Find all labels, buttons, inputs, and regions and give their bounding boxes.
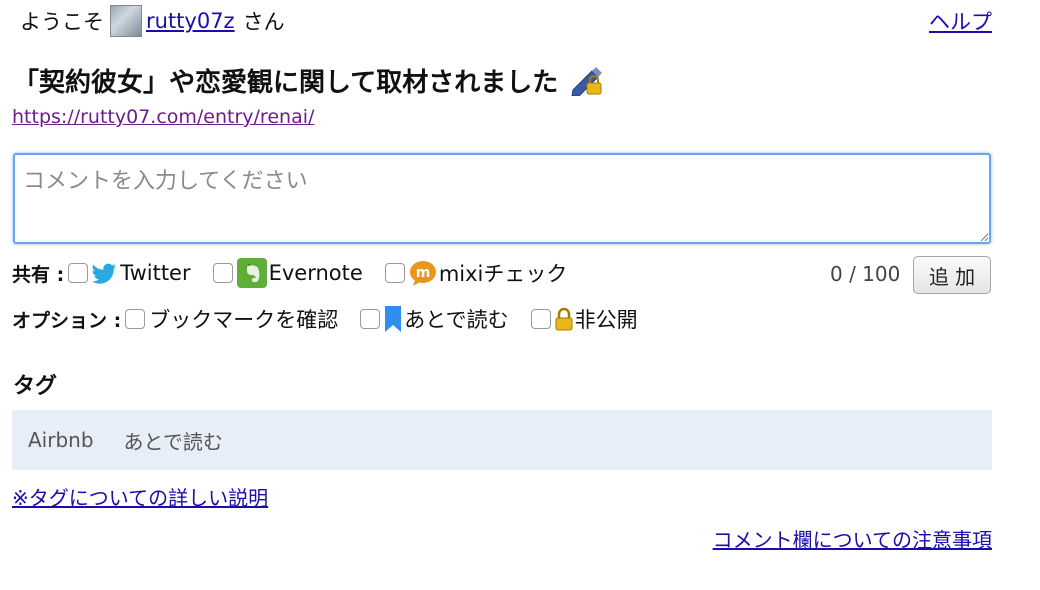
share-row: 共有 : Twitter Evernote m mixiチェック: [12, 257, 589, 289]
avatar[interactable]: [110, 5, 142, 37]
tag-item-read-later[interactable]: あとで読む: [124, 426, 223, 455]
share-evernote[interactable]: Evernote: [212, 258, 363, 288]
mixi-label: mixiチェック: [438, 262, 568, 286]
svg-text:m: m: [416, 265, 431, 281]
share-mixi[interactable]: m mixiチェック: [384, 258, 568, 288]
mixi-icon: m: [409, 260, 437, 286]
greeting-suffix: さん: [242, 10, 285, 34]
tag-heading: タグ: [13, 374, 58, 399]
confirm-bookmark-label: ブックマークを確認: [149, 308, 339, 332]
username-link[interactable]: rutty07z: [146, 9, 235, 33]
add-button[interactable]: 追 加: [913, 256, 991, 294]
bookmark-icon: [384, 305, 402, 333]
private-checkbox[interactable]: [530, 309, 551, 329]
read-later-label: あとで読む: [404, 308, 509, 332]
char-counter: 0 / 100: [830, 262, 901, 286]
evernote-label: Evernote: [268, 261, 363, 285]
share-label: 共有 :: [12, 263, 65, 286]
twitter-checkbox[interactable]: [68, 263, 89, 283]
help-link[interactable]: ヘルプ: [929, 6, 992, 36]
mixi-checkbox[interactable]: [384, 263, 405, 283]
share-twitter[interactable]: Twitter: [68, 261, 191, 285]
tag-help-link[interactable]: ※タグについての詳しい説明: [12, 482, 268, 511]
greeting: ようこそ rutty07z さん: [20, 5, 285, 37]
entry-title-row: 「契約彼女」や恋愛観に関して取材されました: [13, 62, 604, 99]
private-label: 非公開: [574, 308, 638, 332]
tag-list: Airbnb あとで読む: [12, 410, 992, 470]
tag-item-airbnb[interactable]: Airbnb: [28, 428, 94, 452]
edit-lock-icon: [570, 66, 604, 96]
option-confirm-bookmark[interactable]: ブックマークを確認: [125, 304, 338, 334]
option-private[interactable]: 非公開: [530, 304, 638, 334]
evernote-checkbox[interactable]: [212, 263, 233, 283]
option-read-later[interactable]: あとで読む: [360, 304, 509, 334]
options-row: オプション : ブックマークを確認 あとで読む 非公開: [12, 303, 660, 335]
twitter-label: Twitter: [120, 261, 191, 285]
entry-title: 「契約彼女」や恋愛観に関して取材されました: [13, 68, 559, 98]
evernote-icon: [236, 258, 267, 288]
read-later-checkbox[interactable]: [360, 309, 381, 329]
twitter-icon: [92, 262, 118, 284]
entry-url-link[interactable]: https://rutty07.com/entry/renai/: [12, 106, 314, 128]
greeting-prefix: ようこそ: [20, 10, 104, 34]
comment-note-link[interactable]: コメント欄についての注意事項: [713, 524, 992, 553]
options-label: オプション :: [12, 309, 122, 332]
confirm-bookmark-checkbox[interactable]: [125, 309, 146, 329]
comment-input[interactable]: [13, 153, 991, 244]
lock-icon: [555, 307, 573, 331]
